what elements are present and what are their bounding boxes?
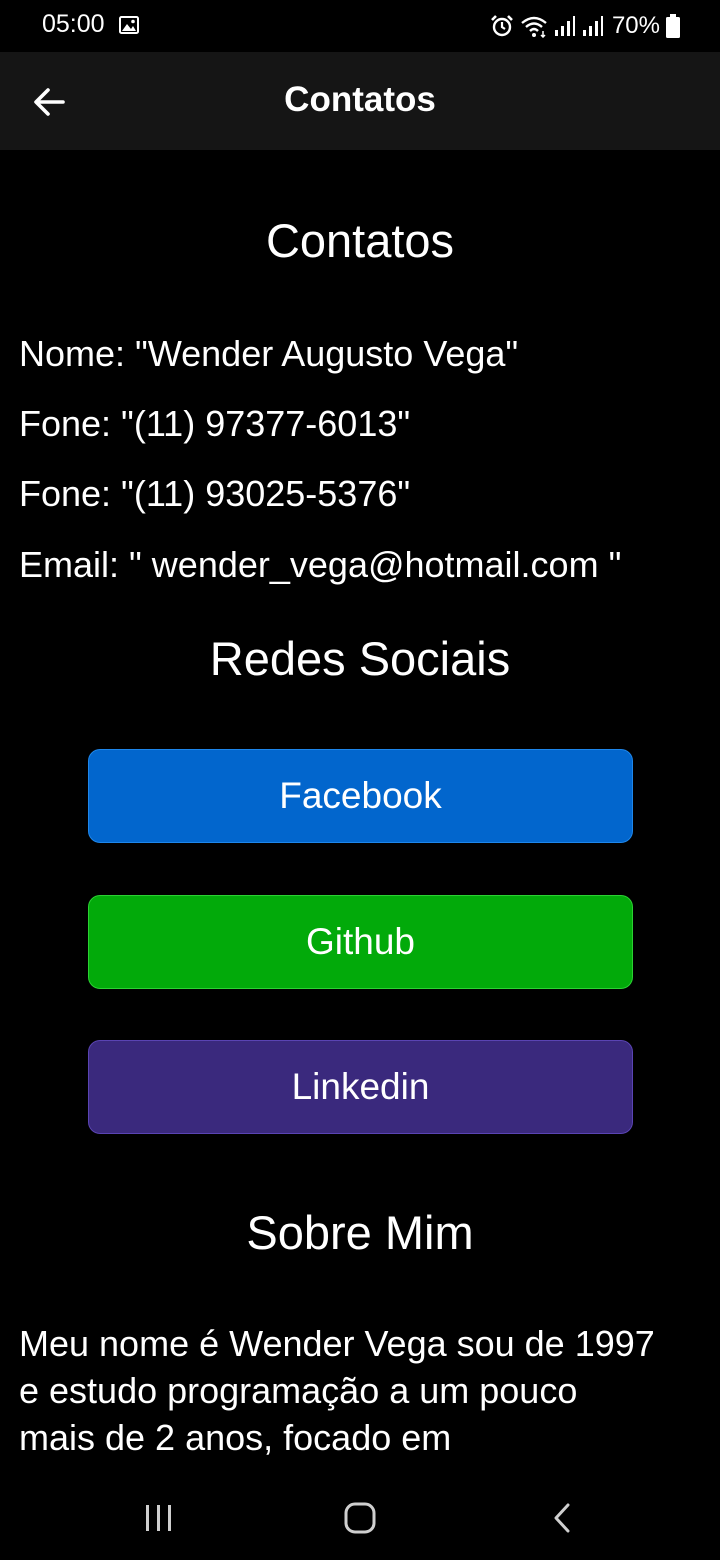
status-bar: 05:00 70% xyxy=(0,0,720,52)
signal-icon xyxy=(582,16,603,36)
recents-icon xyxy=(146,1505,171,1531)
signal-icon xyxy=(554,16,575,36)
wifi-icon xyxy=(521,16,547,38)
status-icons: 70% xyxy=(490,11,680,41)
social-heading: Redes Sociais xyxy=(209,632,511,685)
linkedin-button[interactable]: Linkedin xyxy=(88,1040,633,1134)
recents-button[interactable] xyxy=(129,1488,189,1548)
nav-back-button[interactable] xyxy=(532,1488,592,1548)
content-scroll[interactable]: Contatos Nome: "Wender Augusto Vega" Fon… xyxy=(0,150,720,1458)
about-text: Meu nome é Wender Vega sou de 1997 e est… xyxy=(19,1323,655,1458)
contact-name: Nome: "Wender Augusto Vega" xyxy=(19,333,519,374)
contact-email: Email: " wender_vega@hotmail.com " xyxy=(19,544,622,585)
about-heading: Sobre Mim xyxy=(246,1206,474,1259)
facebook-button-label: Facebook xyxy=(279,775,442,816)
alarm-icon xyxy=(491,15,513,37)
home-icon xyxy=(344,1502,376,1534)
contact-phone-2: Fone: "(11) 93025-5376" xyxy=(19,473,411,514)
github-button-label: Github xyxy=(305,921,415,962)
app-bar: Contatos xyxy=(0,52,720,150)
github-button[interactable]: Github xyxy=(88,895,633,989)
page-title: Contatos xyxy=(284,80,436,119)
battery-percentage: 70% xyxy=(611,12,660,39)
home-button[interactable] xyxy=(330,1488,390,1548)
linkedin-button-label: Linkedin xyxy=(291,1066,430,1107)
facebook-button[interactable]: Facebook xyxy=(88,749,633,843)
gallery-icon xyxy=(119,16,139,34)
battery-icon xyxy=(666,14,680,38)
navigation-bar xyxy=(0,1458,720,1560)
back-icon xyxy=(554,1503,570,1533)
contacts-heading: Contatos xyxy=(265,214,455,267)
contact-phone-1: Fone: "(11) 97377-6013" xyxy=(19,403,411,444)
status-time: 05:00 xyxy=(42,10,105,38)
